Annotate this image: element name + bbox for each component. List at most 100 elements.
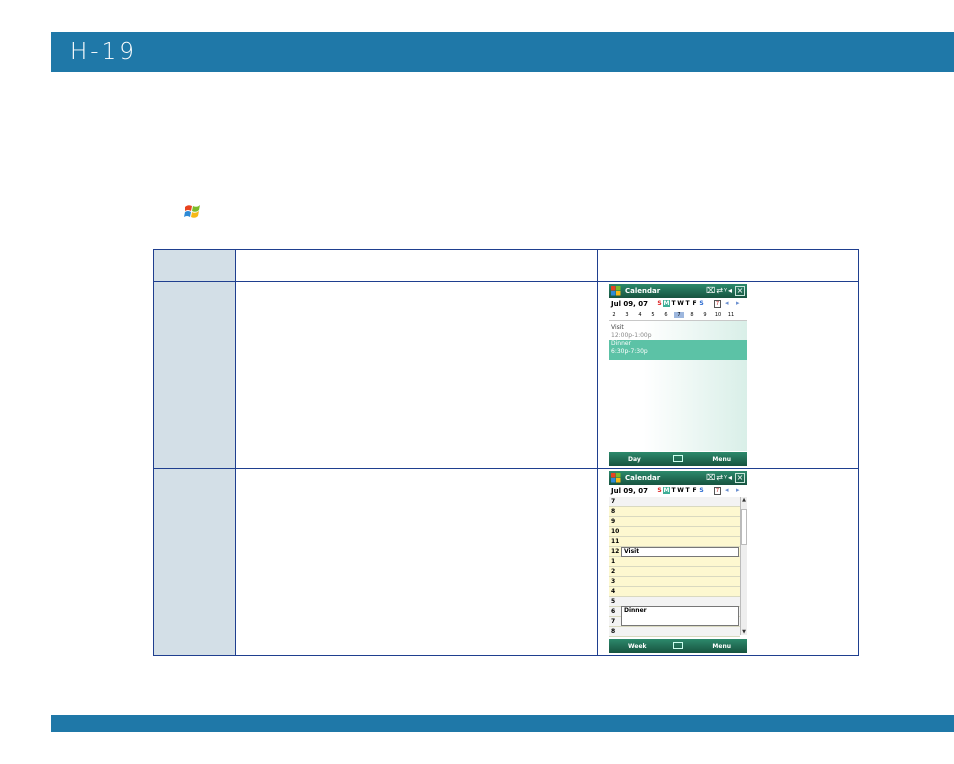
hour-label: 10 bbox=[611, 528, 620, 535]
table-divider bbox=[597, 250, 598, 655]
windows-start-icon bbox=[184, 205, 200, 218]
table-divider bbox=[154, 281, 858, 282]
hour-label: 8 bbox=[611, 628, 616, 635]
weekday-wed[interactable]: W bbox=[677, 487, 684, 494]
week-number[interactable]: 9 bbox=[700, 312, 710, 318]
hour-slot[interactable]: 3 bbox=[609, 577, 740, 587]
softkey-bar: Week Menu bbox=[609, 639, 747, 653]
hour-slot[interactable]: 8 bbox=[609, 627, 740, 637]
appointment-visit[interactable]: Visit 12:00p-1:00p bbox=[611, 324, 652, 340]
calendar-week-screenshot: Calendar ⌧⇄ᵞ◂ × Jul 09, 07 SMTWTFS 7 ◂ ▸… bbox=[609, 284, 747, 466]
hour-slot[interactable]: 2 bbox=[609, 567, 740, 577]
status-icons: ⌧⇄ᵞ◂ bbox=[706, 473, 733, 482]
scroll-up-icon[interactable]: ▲ bbox=[741, 497, 747, 503]
weekday-tue[interactable]: T bbox=[670, 487, 677, 494]
close-icon[interactable]: × bbox=[735, 286, 745, 296]
keyboard-icon[interactable] bbox=[673, 642, 683, 649]
appointment-time: 12:00p-1:00p bbox=[611, 332, 652, 339]
weekday-mon[interactable]: M bbox=[663, 300, 670, 307]
weekday-sat[interactable]: S bbox=[698, 487, 705, 494]
hour-slot[interactable]: 8 bbox=[609, 507, 740, 517]
hour-slot[interactable]: 10 bbox=[609, 527, 740, 537]
hour-label: 5 bbox=[611, 598, 616, 605]
info-table: Calendar ⌧⇄ᵞ◂ × Jul 09, 07 SMTWTFS 7 ◂ ▸… bbox=[153, 249, 859, 656]
hour-label: 2 bbox=[611, 568, 616, 575]
footer-bar bbox=[51, 715, 954, 732]
calendar-icon[interactable]: 7 bbox=[714, 300, 721, 308]
weekday-sun[interactable]: S bbox=[656, 300, 663, 307]
title-bar: Calendar ⌧⇄ᵞ◂ × bbox=[609, 284, 747, 298]
scroll-down-icon[interactable]: ▼ bbox=[741, 629, 747, 635]
next-arrow-icon[interactable]: ▸ bbox=[736, 486, 740, 494]
weekday-fri[interactable]: F bbox=[691, 300, 698, 307]
table-label-column bbox=[154, 250, 236, 655]
hour-label: 6 bbox=[611, 608, 616, 615]
weekday-mon[interactable]: M bbox=[663, 487, 670, 494]
day-view: 7 8 9 10 11 12 1 2 3 4 5 6 7 8 Visit Din… bbox=[609, 497, 740, 637]
scroll-thumb[interactable] bbox=[741, 509, 747, 545]
hour-slot[interactable]: 4 bbox=[609, 587, 740, 597]
next-arrow-icon[interactable]: ▸ bbox=[736, 299, 740, 307]
week-number[interactable]: 7 bbox=[674, 312, 684, 318]
week-number[interactable]: 10 bbox=[713, 312, 723, 318]
current-date[interactable]: Jul 09, 07 bbox=[611, 300, 648, 308]
windows-start-icon[interactable] bbox=[611, 286, 621, 296]
appointment-dinner[interactable]: Dinner bbox=[621, 606, 739, 626]
week-number[interactable]: 8 bbox=[687, 312, 697, 318]
current-date[interactable]: Jul 09, 07 bbox=[611, 487, 648, 495]
agenda-list: Visit 12:00p-1:00p Dinner 6:30p-7:30p bbox=[609, 321, 747, 451]
weekday-selector: SMTWTFS bbox=[656, 487, 705, 494]
week-number[interactable]: 4 bbox=[635, 312, 645, 318]
menu-softkey[interactable]: Menu bbox=[712, 456, 731, 463]
appointment-dinner[interactable]: Dinner 6:30p-7:30p bbox=[609, 340, 747, 360]
hour-label: 7 bbox=[611, 498, 616, 505]
hour-label: 12 bbox=[611, 548, 620, 555]
appointment-name: Visit bbox=[611, 324, 624, 331]
hour-slot[interactable]: 1 bbox=[609, 557, 740, 567]
menu-softkey[interactable]: Menu bbox=[712, 643, 731, 650]
hour-label: 1 bbox=[611, 558, 616, 565]
weekday-fri[interactable]: F bbox=[691, 487, 698, 494]
hour-label: 7 bbox=[611, 618, 616, 625]
weekday-thu[interactable]: T bbox=[684, 300, 691, 307]
softkey-bar: Day Menu bbox=[609, 452, 747, 466]
week-number[interactable]: 5 bbox=[648, 312, 658, 318]
vertical-scrollbar[interactable]: ▲ ▼ bbox=[740, 497, 747, 635]
title-bar: Calendar ⌧⇄ᵞ◂ × bbox=[609, 471, 747, 485]
status-icons: ⌧⇄ᵞ◂ bbox=[706, 286, 733, 295]
appointment-visit[interactable]: Visit bbox=[621, 547, 739, 557]
prev-arrow-icon[interactable]: ◂ bbox=[725, 486, 729, 494]
hour-slot[interactable]: 9 bbox=[609, 517, 740, 527]
week-softkey[interactable]: Week bbox=[628, 643, 647, 650]
app-title: Calendar bbox=[625, 474, 661, 482]
app-title: Calendar bbox=[625, 287, 661, 295]
weekday-sun[interactable]: S bbox=[656, 487, 663, 494]
weekday-thu[interactable]: T bbox=[684, 487, 691, 494]
windows-start-icon[interactable] bbox=[611, 473, 621, 483]
appointment-time: 6:30p-7:30p bbox=[611, 348, 648, 355]
week-number[interactable]: 11 bbox=[726, 312, 736, 318]
prev-arrow-icon[interactable]: ◂ bbox=[725, 299, 729, 307]
keyboard-icon[interactable] bbox=[673, 455, 683, 462]
week-number[interactable]: 6 bbox=[661, 312, 671, 318]
table-divider bbox=[154, 468, 858, 469]
weekday-selector: SMTWTFS bbox=[656, 300, 705, 307]
hour-slot[interactable]: 11 bbox=[609, 537, 740, 547]
hour-label: 3 bbox=[611, 578, 616, 585]
day-softkey[interactable]: Day bbox=[628, 456, 641, 463]
week-number[interactable]: 2 bbox=[609, 312, 619, 318]
weekday-sat[interactable]: S bbox=[698, 300, 705, 307]
hour-label: 11 bbox=[611, 538, 620, 545]
weekday-tue[interactable]: T bbox=[670, 300, 677, 307]
hour-label: 9 bbox=[611, 518, 616, 525]
close-icon[interactable]: × bbox=[735, 473, 745, 483]
calendar-day-screenshot: Calendar ⌧⇄ᵞ◂ × Jul 09, 07 SMTWTFS 7 ◂ ▸… bbox=[609, 471, 747, 653]
hour-label: 8 bbox=[611, 508, 616, 515]
weekday-wed[interactable]: W bbox=[677, 300, 684, 307]
calendar-icon[interactable]: 7 bbox=[714, 487, 721, 495]
appointment-name: Dinner bbox=[611, 340, 632, 347]
page-number: H-19 bbox=[70, 39, 137, 65]
week-number[interactable]: 3 bbox=[622, 312, 632, 318]
hour-slot[interactable]: 7 bbox=[609, 497, 740, 507]
week-numbers: 2 3 4 5 6 7 8 9 10 11 bbox=[609, 310, 747, 321]
